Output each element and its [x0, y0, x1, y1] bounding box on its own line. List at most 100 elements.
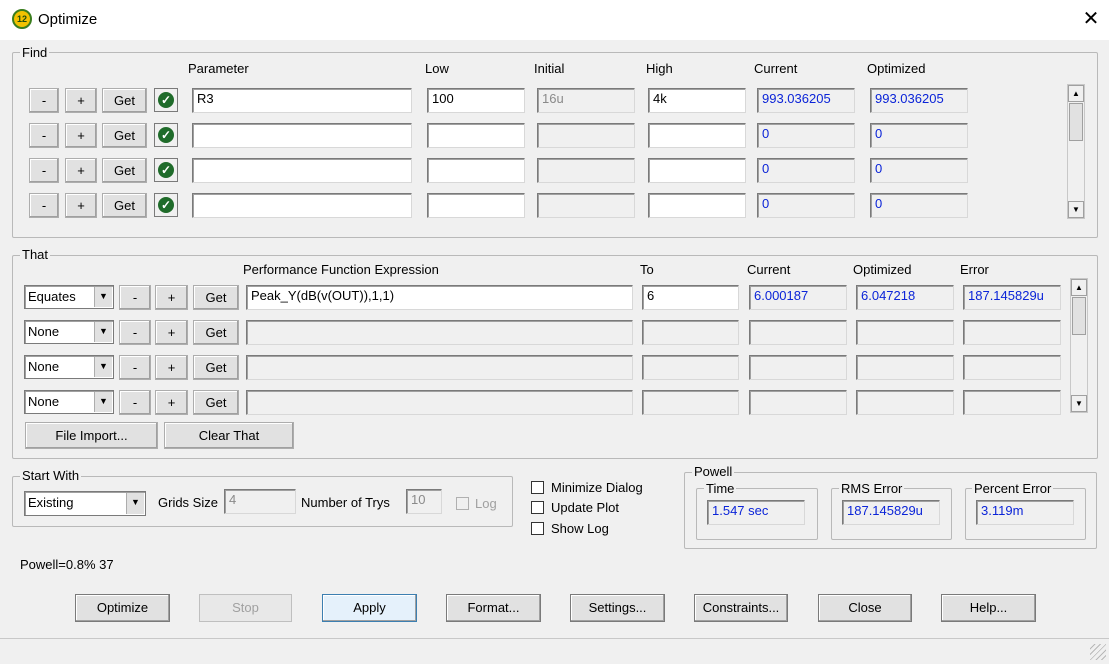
- scroll-thumb[interactable]: [1072, 297, 1086, 335]
- find-low-input[interactable]: [427, 193, 525, 218]
- check-circle-icon: ✓: [158, 92, 174, 108]
- that-mode-select[interactable]: None ▼: [24, 355, 114, 379]
- that-row-minus-button[interactable]: -: [119, 285, 151, 310]
- that-mode-select[interactable]: None ▼: [24, 320, 114, 344]
- show-log-checkbox[interactable]: [531, 522, 544, 535]
- that-expression-input[interactable]: [246, 355, 633, 380]
- update-plot-checkbox[interactable]: [531, 501, 544, 514]
- find-row-minus-button[interactable]: -: [29, 88, 59, 113]
- find-row-get-button[interactable]: Get: [102, 88, 147, 113]
- that-row-plus-button[interactable]: +: [155, 285, 188, 310]
- update-plot-label[interactable]: Update Plot: [551, 500, 619, 515]
- find-initial-field: [537, 158, 635, 183]
- that-row-minus-button[interactable]: -: [119, 320, 151, 345]
- find-parameter-input[interactable]: [192, 123, 412, 148]
- find-optimized-value: 0: [870, 193, 968, 218]
- find-row-enable-toggle[interactable]: ✓: [154, 158, 178, 182]
- chevron-down-icon[interactable]: ▼: [94, 287, 112, 307]
- find-parameter-input[interactable]: R3: [192, 88, 412, 113]
- start-with-value: Existing: [28, 495, 74, 510]
- find-row-plus-button[interactable]: +: [65, 88, 97, 113]
- that-expression-input[interactable]: Peak_Y(dB(v(OUT)),1,1): [246, 285, 633, 310]
- that-row-get-button[interactable]: Get: [193, 390, 239, 415]
- find-row-enable-toggle[interactable]: ✓: [154, 88, 178, 112]
- that-row-minus-button[interactable]: -: [119, 390, 151, 415]
- find-row-get-button[interactable]: Get: [102, 158, 147, 183]
- file-import-button[interactable]: File Import...: [25, 422, 158, 449]
- find-parameter-input[interactable]: [192, 158, 412, 183]
- find-row-get-button[interactable]: Get: [102, 193, 147, 218]
- that-to-input[interactable]: 6: [642, 285, 739, 310]
- rms-error-value: 187.145829u: [842, 500, 940, 525]
- find-high-input[interactable]: [648, 123, 746, 148]
- scroll-thumb[interactable]: [1069, 103, 1083, 141]
- chevron-down-icon[interactable]: ▼: [94, 357, 112, 377]
- that-to-input[interactable]: [642, 355, 739, 380]
- that-expression-input[interactable]: [246, 320, 633, 345]
- that-current-value: [749, 390, 847, 415]
- find-row-plus-button[interactable]: +: [65, 193, 97, 218]
- find-row-enable-toggle[interactable]: ✓: [154, 193, 178, 217]
- find-row-plus-button[interactable]: +: [65, 123, 97, 148]
- find-high-input[interactable]: [648, 193, 746, 218]
- scroll-up-icon[interactable]: ▲: [1068, 85, 1084, 102]
- clear-that-button[interactable]: Clear That: [164, 422, 294, 449]
- that-error-value: 187.145829u: [963, 285, 1061, 310]
- find-row-get-button[interactable]: Get: [102, 123, 147, 148]
- find-parameter-input[interactable]: [192, 193, 412, 218]
- find-optimized-value: 0: [870, 123, 968, 148]
- find-low-input[interactable]: [427, 158, 525, 183]
- chevron-down-icon[interactable]: ▼: [94, 322, 112, 342]
- optimize-button[interactable]: Optimize: [75, 594, 170, 622]
- find-high-input[interactable]: 4k: [648, 88, 746, 113]
- scroll-down-icon[interactable]: ▼: [1068, 201, 1084, 218]
- find-scrollbar[interactable]: ▲ ▼: [1067, 84, 1085, 219]
- start-with-legend: Start With: [20, 468, 82, 483]
- apply-button[interactable]: Apply: [322, 594, 417, 622]
- find-current-value: 0: [757, 193, 855, 218]
- settings-button[interactable]: Settings...: [570, 594, 665, 622]
- that-to-input[interactable]: [642, 320, 739, 345]
- that-expression-input[interactable]: [246, 390, 633, 415]
- that-row-minus-button[interactable]: -: [119, 355, 151, 380]
- constraints-button[interactable]: Constraints...: [694, 594, 788, 622]
- format-button[interactable]: Format...: [446, 594, 541, 622]
- minimize-dialog-label[interactable]: Minimize Dialog: [551, 480, 643, 495]
- that-mode-select[interactable]: Equates ▼: [24, 285, 114, 309]
- help-button[interactable]: Help...: [941, 594, 1036, 622]
- find-row-minus-button[interactable]: -: [29, 193, 59, 218]
- number-of-trys-input: 10: [406, 489, 442, 514]
- that-row-plus-button[interactable]: +: [155, 320, 188, 345]
- find-header-optimized: Optimized: [867, 61, 926, 76]
- scroll-up-icon[interactable]: ▲: [1071, 279, 1087, 296]
- that-mode-select[interactable]: None ▼: [24, 390, 114, 414]
- that-current-value: [749, 320, 847, 345]
- that-scrollbar[interactable]: ▲ ▼: [1070, 278, 1088, 413]
- close-button[interactable]: Close: [818, 594, 912, 622]
- find-row-plus-button[interactable]: +: [65, 158, 97, 183]
- close-window-icon[interactable]: ✕: [1080, 8, 1102, 30]
- start-with-select[interactable]: Existing ▼: [24, 491, 146, 516]
- scroll-down-icon[interactable]: ▼: [1071, 395, 1087, 412]
- stop-button: Stop: [199, 594, 292, 622]
- that-header-expression: Performance Function Expression: [243, 262, 439, 277]
- that-row-get-button[interactable]: Get: [193, 320, 239, 345]
- chevron-down-icon[interactable]: ▼: [94, 392, 112, 412]
- that-to-input[interactable]: [642, 390, 739, 415]
- chevron-down-icon[interactable]: ▼: [126, 493, 144, 514]
- that-row-plus-button[interactable]: +: [155, 355, 188, 380]
- find-low-input[interactable]: 100: [427, 88, 525, 113]
- that-row-get-button[interactable]: Get: [193, 285, 239, 310]
- find-row-minus-button[interactable]: -: [29, 158, 59, 183]
- that-header-current: Current: [747, 262, 791, 277]
- that-row-get-button[interactable]: Get: [193, 355, 239, 380]
- resize-grip-icon[interactable]: [1090, 644, 1106, 660]
- find-row-enable-toggle[interactable]: ✓: [154, 123, 178, 147]
- that-current-value: [749, 355, 847, 380]
- show-log-label[interactable]: Show Log: [551, 521, 609, 536]
- find-high-input[interactable]: [648, 158, 746, 183]
- minimize-dialog-checkbox[interactable]: [531, 481, 544, 494]
- that-row-plus-button[interactable]: +: [155, 390, 188, 415]
- find-row-minus-button[interactable]: -: [29, 123, 59, 148]
- find-low-input[interactable]: [427, 123, 525, 148]
